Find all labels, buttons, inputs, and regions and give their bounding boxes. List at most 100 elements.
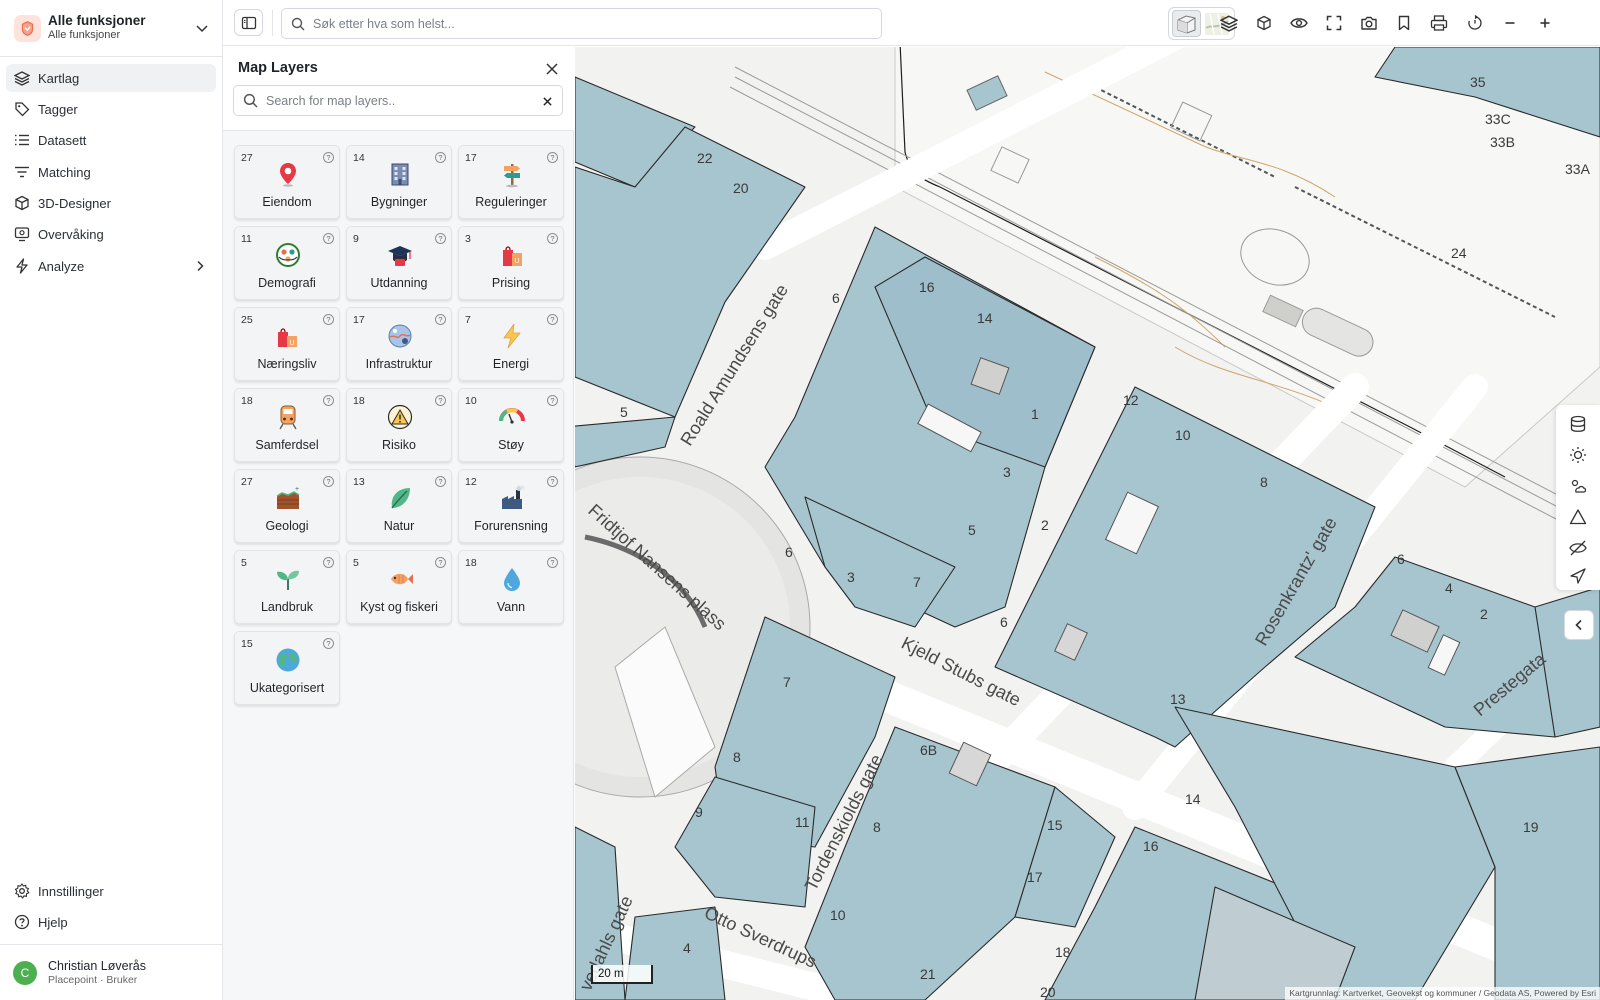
layer-category-card[interactable]: 17? Infrastruktur <box>346 307 452 381</box>
sidebar-item-analyze[interactable]: Analyze <box>6 252 216 280</box>
layer-search-input[interactable] <box>266 93 531 108</box>
global-search[interactable] <box>281 8 882 39</box>
layer-category-label: Infrastruktur <box>365 357 433 371</box>
rotate-icon[interactable] <box>1464 12 1486 34</box>
sidebar-item-label: Analyze <box>38 258 85 274</box>
layer-category-card[interactable]: 3? U Prising <box>458 226 564 300</box>
bookmark-icon[interactable] <box>1393 12 1415 34</box>
layer-category-label: Næringsliv <box>257 357 317 371</box>
global-search-input[interactable] <box>313 16 873 31</box>
sidebar-item-tagger[interactable]: Tagger <box>6 95 216 123</box>
sidebar-item-label: Kartlag <box>38 70 80 86</box>
layer-category-card[interactable]: 10? Støy <box>458 388 564 462</box>
help-icon[interactable]: ? <box>547 557 558 568</box>
sidebar-item-label: 3D-Designer <box>38 195 111 211</box>
panel-toggle-button[interactable] <box>234 9 263 36</box>
address-number: 8 <box>733 749 741 765</box>
layer-category-card[interactable]: 27? + Geologi <box>234 469 340 543</box>
divider <box>272 10 273 36</box>
database-icon[interactable] <box>1567 413 1589 435</box>
layer-count: 11 <box>241 233 252 245</box>
camera-icon[interactable] <box>1358 12 1380 34</box>
sidebar-item-label: Overvåking <box>38 226 104 242</box>
send-icon[interactable] <box>1567 565 1589 587</box>
sidebar-item-innstillinger[interactable]: Innstillinger <box>6 877 216 905</box>
address-number: 1 <box>1031 406 1039 422</box>
address-number: 19 <box>1523 819 1539 835</box>
layer-category-card[interactable]: 17? Reguleringer <box>458 145 564 219</box>
layer-category-card[interactable]: 27? Eiendom <box>234 145 340 219</box>
help-icon[interactable]: ? <box>547 314 558 325</box>
help-icon[interactable]: ? <box>435 152 446 163</box>
layer-category-card[interactable]: 5? Landbruk <box>234 550 340 624</box>
layer-category-card[interactable]: 11? Demografi <box>234 226 340 300</box>
sidebar-item-kartlag[interactable]: Kartlag <box>6 64 216 92</box>
address-number: 9 <box>695 804 703 820</box>
layers-icon[interactable] <box>1218 12 1240 34</box>
help-icon[interactable]: ? <box>435 476 446 487</box>
sidebar-item-overvaking[interactable]: Overvåking <box>6 220 216 248</box>
layer-category-card[interactable]: 14? Bygninger <box>346 145 452 219</box>
layer-category-card[interactable]: 5? Kyst og fiskeri <box>346 550 452 624</box>
layer-category-card[interactable]: 12? Forurensning <box>458 469 564 543</box>
sidebar-item-datasett[interactable]: Datasett <box>6 126 216 154</box>
clear-icon[interactable] <box>540 94 554 108</box>
sprout-icon <box>277 570 299 590</box>
help-icon[interactable]: ? <box>323 557 334 568</box>
water-drop-icon <box>504 568 520 591</box>
help-icon[interactable]: ? <box>323 233 334 244</box>
help-icon[interactable]: ? <box>547 395 558 406</box>
sidebar: Alle funksjoner Alle funksjoner Kartlag … <box>0 0 223 1000</box>
weather-icon[interactable] <box>1567 475 1589 497</box>
layer-category-card[interactable]: 18? Samferdsel <box>234 388 340 462</box>
layer-category-card[interactable]: 18? Vann <box>458 550 564 624</box>
eye-icon[interactable] <box>1288 12 1310 34</box>
basemap-3d-button[interactable] <box>1171 10 1201 37</box>
sidebar-item-matching[interactable]: Matching <box>6 158 216 186</box>
layer-category-label: Eiendom <box>262 195 312 209</box>
print-icon[interactable] <box>1428 12 1450 34</box>
close-icon[interactable] <box>541 58 563 80</box>
layer-category-card[interactable]: 18? Risiko <box>346 388 452 462</box>
user-profile[interactable]: C Christian Løverås Placepoint · Bruker <box>0 944 223 1000</box>
triangle-icon[interactable] <box>1567 506 1589 528</box>
help-icon[interactable]: ? <box>323 476 334 487</box>
sidebar-panel-icon <box>241 15 257 31</box>
layer-search[interactable] <box>233 85 563 116</box>
chevron-down-icon[interactable] <box>194 20 210 36</box>
map-layers-panel: Map Layers 27? Eiendom 14? Bygninger 17? Regu… <box>223 47 574 1000</box>
address-number: 35 <box>1470 74 1486 90</box>
help-icon[interactable]: ? <box>547 476 558 487</box>
sidebar-item-3d-designer[interactable]: 3D-Designer <box>6 189 216 217</box>
collapse-toolbar-button[interactable] <box>1564 610 1594 640</box>
layer-category-card[interactable]: 15? Ukategorisert <box>234 631 340 705</box>
address-number: 4 <box>683 940 691 956</box>
cube-icon[interactable] <box>1253 12 1275 34</box>
address-number: 33A <box>1565 161 1591 177</box>
tag-icon <box>14 101 30 117</box>
workspace-switcher[interactable]: Alle funksjoner Alle funksjoner <box>0 0 223 57</box>
help-icon[interactable]: ? <box>435 314 446 325</box>
zoom-out-icon[interactable] <box>1499 12 1521 34</box>
layer-category-card[interactable]: 13? Natur <box>346 469 452 543</box>
hide-icon[interactable] <box>1567 537 1589 559</box>
address-number: 20 <box>733 180 749 196</box>
map-view[interactable]: Roald Amundsens gate Fridtjof Nansens pl… <box>575 47 1600 1000</box>
help-icon[interactable]: ? <box>435 557 446 568</box>
help-icon[interactable]: ? <box>435 395 446 406</box>
zoom-in-icon[interactable] <box>1534 12 1556 34</box>
sun-icon[interactable] <box>1567 444 1589 466</box>
help-icon[interactable]: ? <box>435 233 446 244</box>
layer-category-card[interactable]: 25? U Næringsliv <box>234 307 340 381</box>
help-icon[interactable]: ? <box>323 314 334 325</box>
layer-category-card[interactable]: 9? Utdanning <box>346 226 452 300</box>
help-icon[interactable]: ? <box>547 233 558 244</box>
help-icon[interactable]: ? <box>547 152 558 163</box>
help-icon[interactable]: ? <box>323 638 334 649</box>
layer-category-card[interactable]: 7? Energi <box>458 307 564 381</box>
help-icon[interactable]: ? <box>323 395 334 406</box>
fish-icon <box>391 573 413 585</box>
sidebar-item-hjelp[interactable]: Hjelp <box>6 908 216 936</box>
fullscreen-icon[interactable] <box>1323 12 1345 34</box>
help-icon[interactable]: ? <box>323 152 334 163</box>
